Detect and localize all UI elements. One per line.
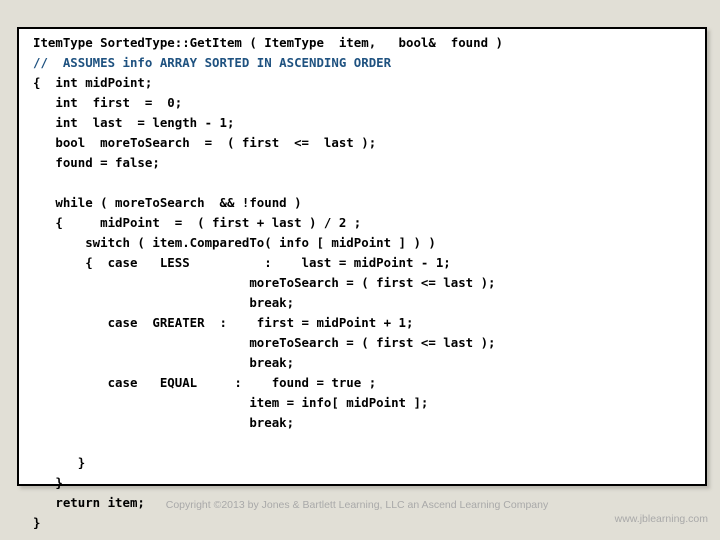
slide-canvas: ItemType SortedType::GetItem ( ItemType … [0, 0, 720, 540]
code-line: ItemType SortedType::GetItem ( ItemType … [33, 35, 503, 50]
code-line: moreToSearch = ( first <= last ); [33, 275, 496, 290]
code-line: { int midPoint; [33, 75, 153, 90]
code-line: // ASSUMES info ARRAY SORTED IN ASCENDIN… [33, 55, 392, 70]
code-line: { case LESS : last = midPoint - 1; [33, 255, 451, 270]
code-line: break; [33, 415, 295, 430]
code-line: while ( moreToSearch && !found ) [33, 195, 302, 210]
publisher-url: www.jblearning.com [614, 513, 708, 525]
code-line: int first = 0; [33, 95, 183, 110]
code-line: break; [33, 355, 295, 370]
copyright-text: Copyright ©2013 by Jones & Bartlett Lear… [165, 499, 549, 511]
code-line: item = info[ midPoint ]; [33, 395, 429, 410]
code-line: bool moreToSearch = ( first <= last ); [33, 135, 377, 150]
code-line: found = false; [33, 155, 160, 170]
code-line: moreToSearch = ( first <= last ); [33, 335, 496, 350]
slide-footer: Copyright ©2013 by Jones & Bartlett Lear… [0, 498, 720, 526]
code-line: } [33, 475, 63, 490]
code-line: } [33, 455, 86, 470]
code-line: { midPoint = ( first + last ) / 2 ; [33, 215, 362, 230]
code-panel: ItemType SortedType::GetItem ( ItemType … [17, 27, 707, 530]
code-line: int last = length - 1; [33, 115, 235, 130]
code-line: case EQUAL : found = true ; [33, 375, 377, 390]
code-line: case GREATER : first = midPoint + 1; [33, 315, 414, 330]
source-code-listing: ItemType SortedType::GetItem ( ItemType … [33, 33, 701, 530]
code-line: break; [33, 295, 295, 310]
code-line: switch ( item.ComparedTo( info [ midPoin… [33, 235, 436, 250]
